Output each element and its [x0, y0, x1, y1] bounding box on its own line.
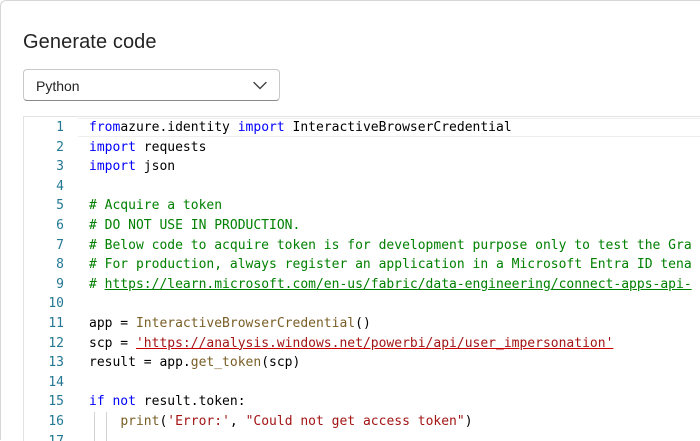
code-line: 7 # Below code to acquire token is for de…	[24, 236, 700, 256]
code-token: InteractiveBrowserCredential	[135, 316, 356, 331]
line-number: 2	[56, 139, 64, 155]
code-text: # Below code to acquire token is for dev…	[89, 236, 692, 256]
code-line: 9 # https://learn.microsoft.com/en-us/fab…	[24, 275, 700, 295]
code-line: 6 # DO NOT USE IN PRODUCTION.	[24, 216, 700, 236]
code-token: get_token	[190, 355, 262, 371]
code-text: # https://learn.microsoft.com/en-us/fabr…	[89, 275, 692, 295]
line-number: 16	[48, 414, 64, 429]
code-token: import	[237, 120, 285, 135]
code-text: import requests	[89, 138, 206, 158]
code-token: # Acquire a token	[89, 198, 223, 214]
line-number: 8	[56, 257, 64, 273]
code-line: 12 scp = 'https://analysis.windows.net/po…	[24, 334, 700, 354]
code-token: (scp)	[261, 355, 301, 371]
code-token: 'https://analysis.windows.net/powerbi/ap…	[135, 335, 614, 351]
code-text: result = app.get_token(scp)	[89, 353, 300, 373]
line-number: 15	[48, 394, 64, 410]
code-text: # DO NOT USE IN PRODUCTION.	[89, 216, 300, 236]
line-number: 4	[56, 178, 64, 194]
code-token: "Could not get access token"	[245, 414, 465, 429]
code-token: requests	[135, 139, 207, 155]
line-number: 14	[48, 374, 64, 390]
code-line: 14	[24, 373, 700, 393]
code-token: https://learn.microsoft.com/en-us/fabric…	[104, 276, 692, 292]
code-token: azure.identity	[120, 120, 238, 135]
code-token: app =	[89, 316, 136, 331]
code-line: 13 result = app.get_token(scp)	[24, 353, 700, 373]
language-select[interactable]: Python	[23, 69, 280, 101]
line-number: 5	[56, 198, 64, 214]
code-text: # For production, always register an app…	[89, 255, 692, 275]
code-token: result.token:	[135, 394, 246, 410]
code-text: fromazure.identity import InteractiveBro…	[89, 118, 512, 138]
code-text: print('Error:', "Could not get access to…	[89, 412, 473, 432]
panel-title: Generate code	[23, 31, 157, 53]
code-text: app = InteractiveBrowserCredential()	[89, 314, 371, 334]
code-token: import	[89, 159, 136, 175]
code-line: 10	[24, 294, 700, 314]
line-number: 7	[56, 237, 64, 253]
code-token: )	[464, 414, 473, 429]
code-token: #	[89, 276, 105, 292]
generate-code-panel: Generate code Python 1 fromazure.identity…	[0, 0, 700, 441]
line-number: 13	[48, 355, 64, 371]
code-token: json	[135, 159, 176, 175]
code-token: not	[112, 394, 136, 410]
code-token: scp =	[89, 335, 136, 351]
code-token: print	[120, 414, 160, 429]
code-token: # DO NOT USE IN PRODUCTION.	[89, 218, 301, 233]
code-token: result = app.	[89, 355, 191, 371]
code-line: 1 fromazure.identity import InteractiveBr…	[24, 118, 700, 138]
code-line: 5 # Acquire a token	[24, 196, 700, 216]
code-editor[interactable]: 1 fromazure.identity import InteractiveBr…	[23, 116, 700, 441]
line-number: 1	[56, 120, 64, 135]
language-select-value: Python	[36, 78, 80, 94]
line-number: 12	[48, 335, 64, 351]
code-text: # Acquire a token	[89, 196, 222, 216]
code-token: if	[89, 394, 105, 410]
code-token: InteractiveBrowserCredential	[284, 120, 512, 135]
code-token: from	[89, 120, 121, 135]
code-line: 8 # For production, always register an ap…	[24, 255, 700, 275]
code-line: 2 import requests	[24, 138, 700, 158]
line-number: 9	[56, 276, 64, 292]
code-line: 11 app = InteractiveBrowserCredential()	[24, 314, 700, 334]
line-number: 6	[56, 218, 64, 233]
code-line: 4	[24, 177, 700, 197]
chevron-down-icon	[253, 81, 267, 90]
line-number: 10	[48, 296, 64, 312]
code-line: 16 print('Error:', "Could not get access…	[24, 412, 700, 432]
line-number: 3	[56, 159, 64, 175]
line-number: 11	[48, 316, 64, 331]
code-line: 15 if not result.token:	[24, 392, 700, 412]
code-token: # Below code to acquire token is for dev…	[89, 237, 692, 253]
code-token: import	[89, 139, 136, 155]
code-token: ()	[355, 316, 371, 331]
code-token: # For production, always register an app…	[89, 257, 692, 273]
code-token: 'Error:'	[167, 414, 230, 429]
code-token: ,	[229, 414, 246, 429]
code-text: scp = 'https://analysis.windows.net/powe…	[89, 334, 613, 354]
code-text: import json	[89, 157, 175, 177]
code-text: if not result.token:	[89, 392, 246, 412]
code-line: 3 import json	[24, 157, 700, 177]
